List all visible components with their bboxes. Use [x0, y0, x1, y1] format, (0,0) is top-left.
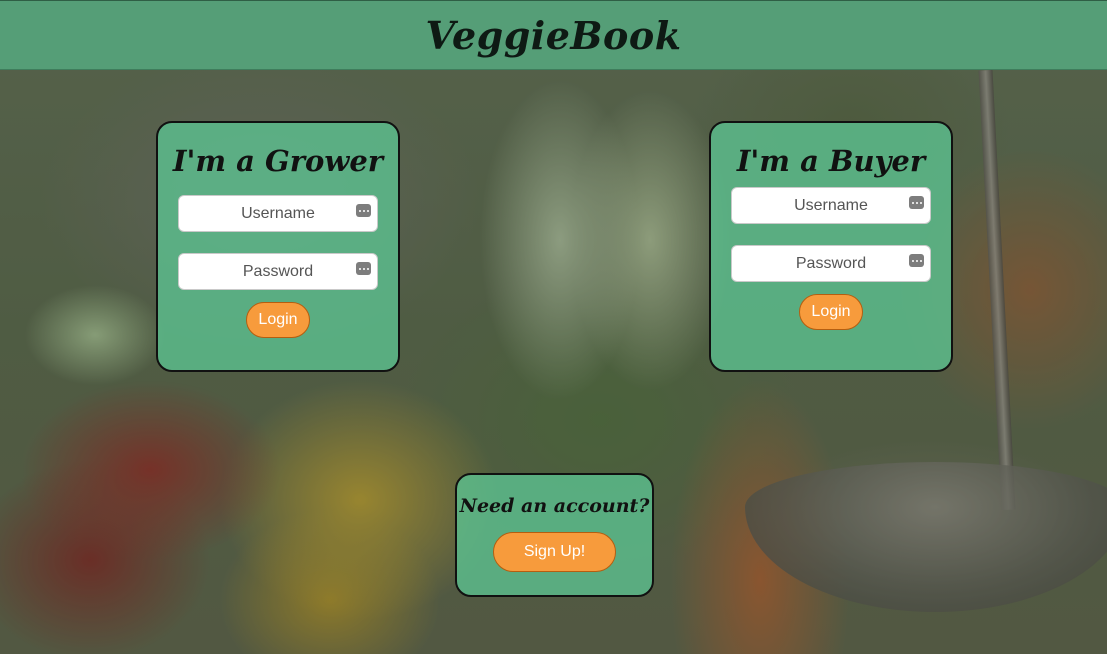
grower-password-field: [178, 253, 378, 290]
buyer-password-input[interactable]: [732, 246, 930, 281]
buyer-username-input[interactable]: [732, 188, 930, 223]
grower-login-card: I'm a Grower Login: [156, 121, 400, 372]
buyer-login-card: I'm a Buyer Login: [709, 121, 953, 372]
background-scale-pan: [745, 462, 1107, 612]
signup-card: Need an account? Sign Up!: [455, 473, 654, 597]
buyer-heading: I'm a Buyer: [736, 144, 926, 178]
password-manager-icon[interactable]: [356, 204, 371, 217]
grower-username-input[interactable]: [179, 196, 377, 231]
signup-button[interactable]: Sign Up!: [493, 532, 616, 572]
grower-username-field: [178, 195, 378, 232]
password-manager-icon[interactable]: [356, 262, 371, 275]
background-scale-rod: [978, 69, 1016, 511]
grower-password-input[interactable]: [179, 254, 377, 289]
grower-login-button[interactable]: Login: [246, 302, 310, 338]
buyer-password-field: [731, 245, 931, 282]
grower-heading: I'm a Grower: [172, 144, 384, 178]
password-manager-icon[interactable]: [909, 254, 924, 267]
app-title: VeggieBook: [425, 12, 682, 58]
password-manager-icon[interactable]: [909, 196, 924, 209]
signup-prompt: Need an account?: [459, 495, 650, 517]
buyer-login-button[interactable]: Login: [799, 294, 863, 330]
buyer-username-field: [731, 187, 931, 224]
app-header: VeggieBook: [0, 0, 1107, 70]
